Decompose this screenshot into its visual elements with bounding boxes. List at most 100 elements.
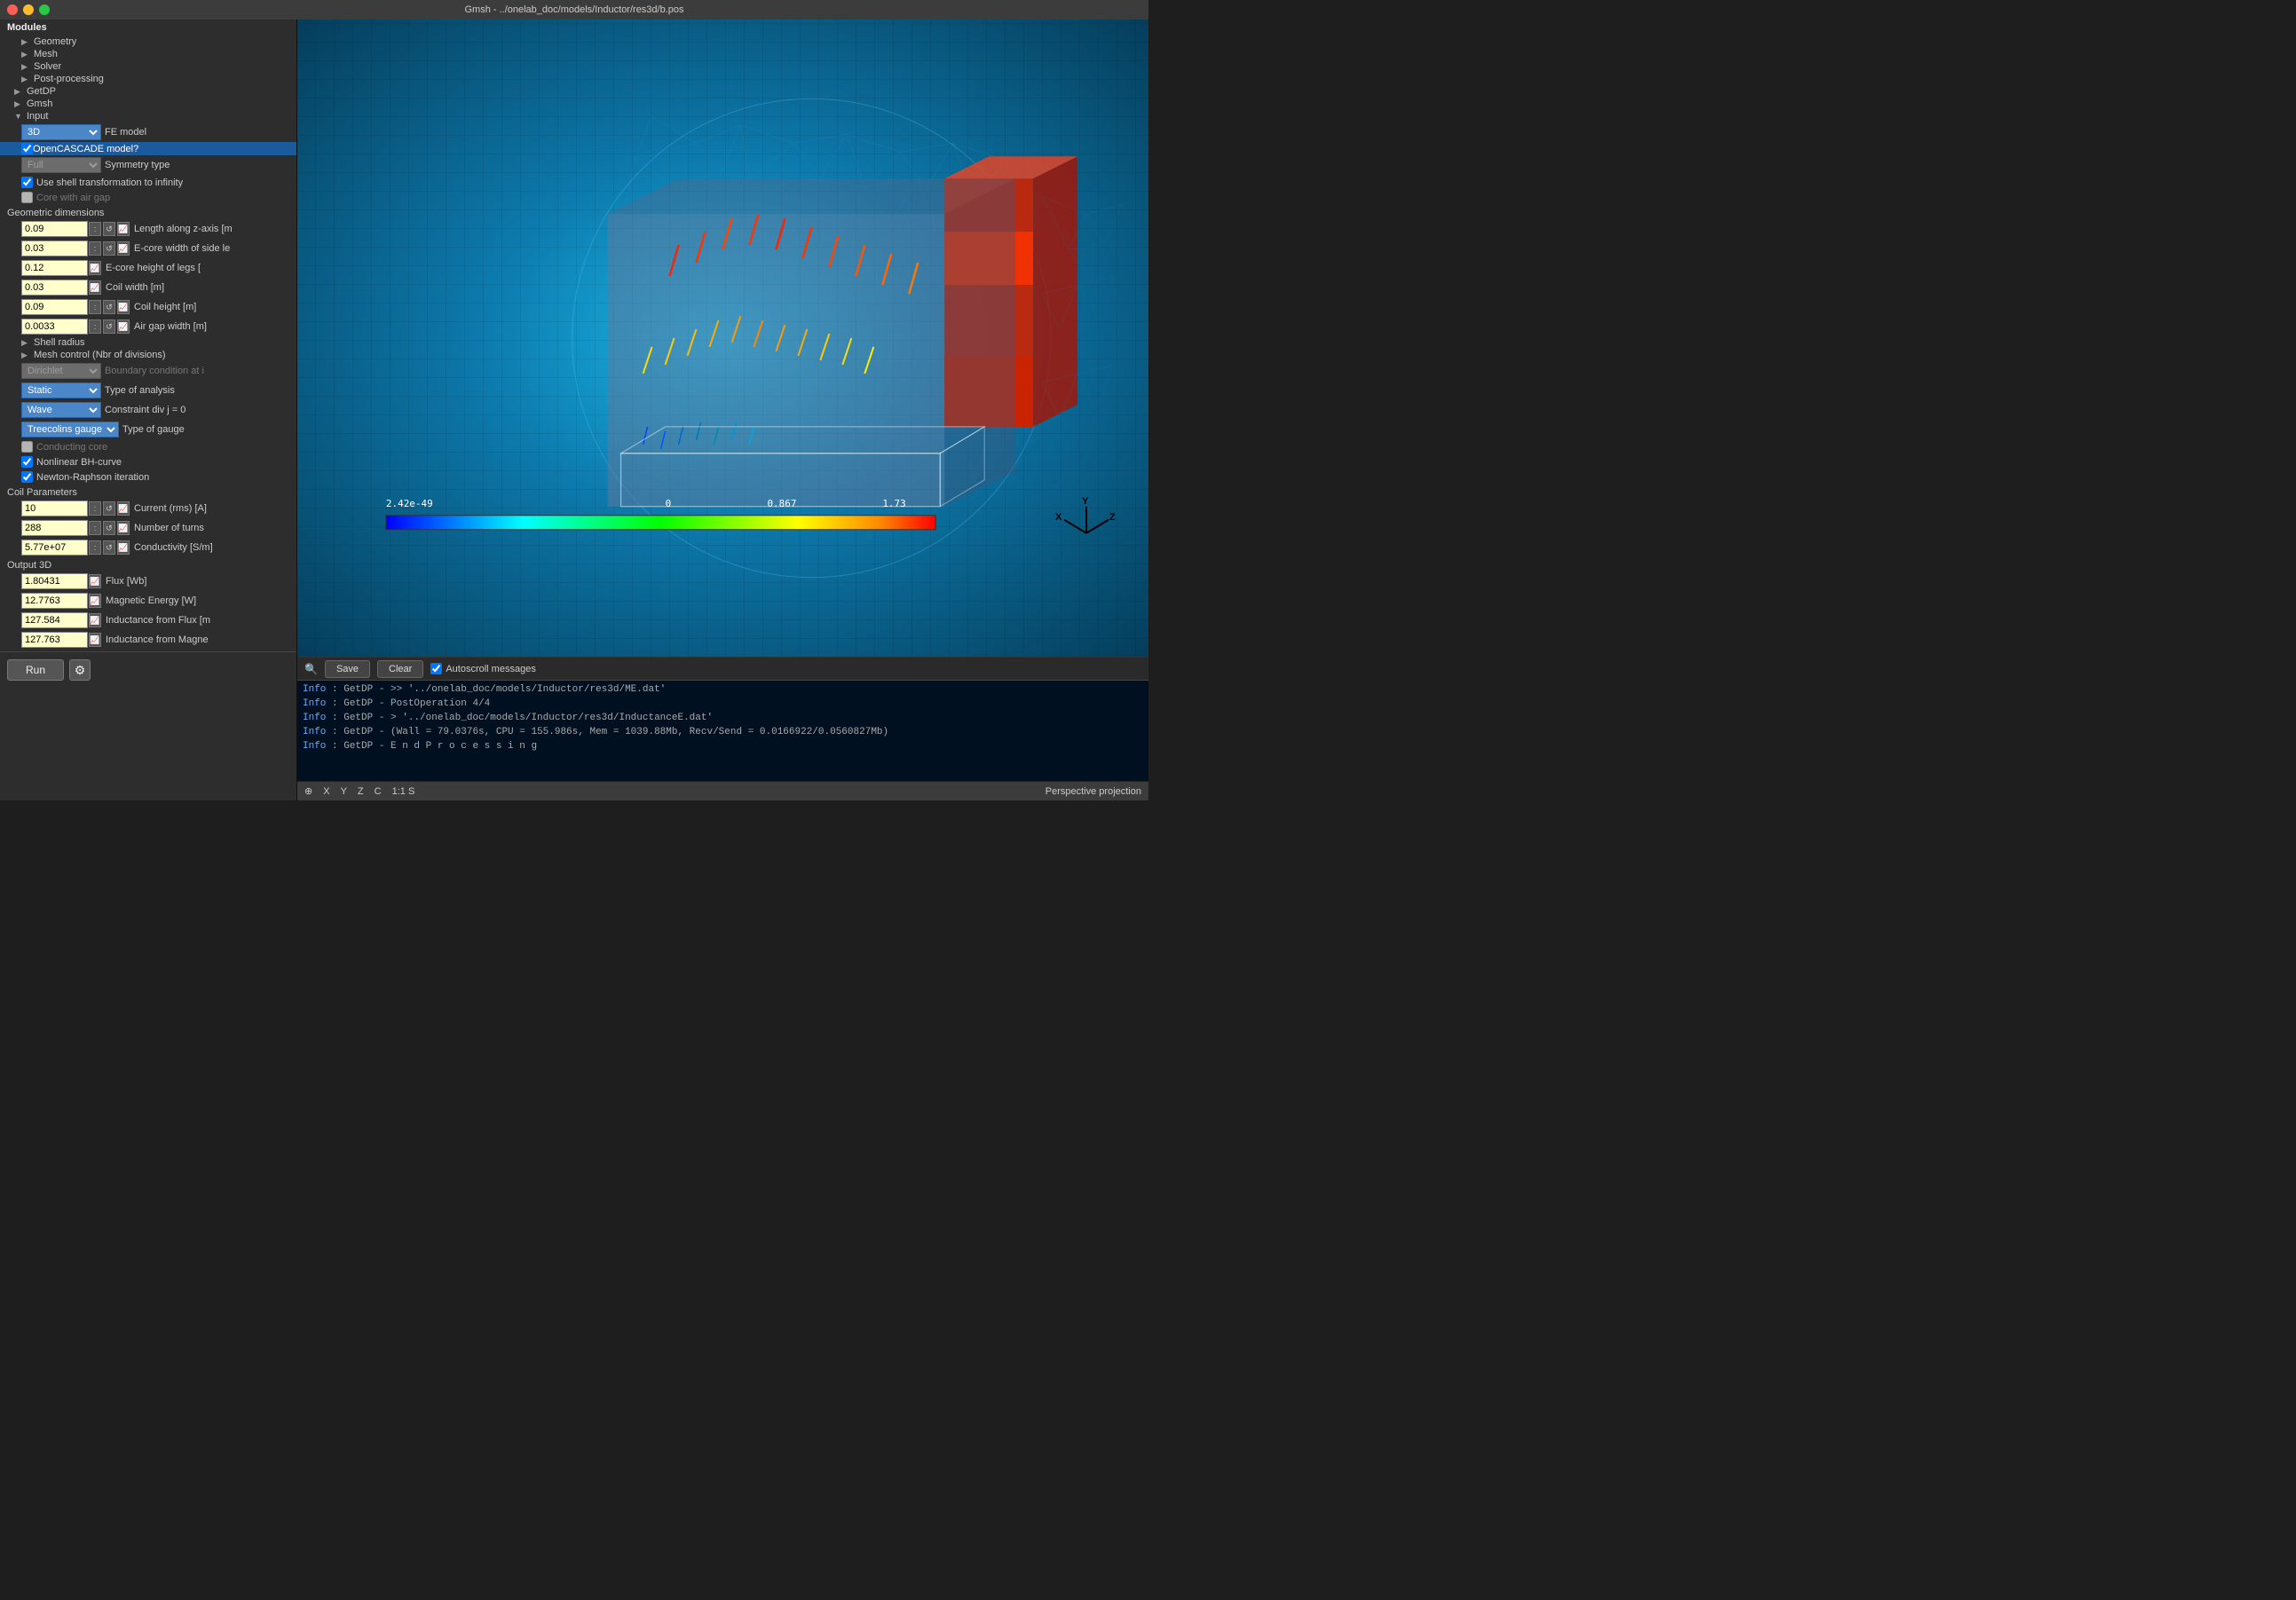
- statusbar-axes: X: [323, 786, 329, 797]
- getdp-label: GetDP: [27, 86, 56, 97]
- field-row-5: : ↺ 📈 Air gap width [m]: [0, 317, 296, 336]
- output-graph-1[interactable]: 📈: [89, 594, 101, 608]
- arrow-icon: ▶: [21, 62, 30, 72]
- output-input-3[interactable]: [21, 632, 88, 648]
- console-messages[interactable]: Info : GetDP - >> '../onelab_doc/models/…: [297, 681, 1148, 781]
- core-air-gap-checkbox[interactable]: [21, 192, 33, 203]
- shell-radius-row[interactable]: ▶ Shell radius: [0, 336, 296, 349]
- graph-3[interactable]: 📈: [89, 280, 101, 295]
- field-label-3: Coil width [m]: [102, 282, 293, 293]
- console-line: Info : GetDP - >> '../onelab_doc/models/…: [303, 682, 1143, 697]
- field-input-5[interactable]: [21, 319, 88, 335]
- spinner-up-0[interactable]: :: [89, 222, 101, 236]
- nonlinear-bh-checkbox[interactable]: [21, 456, 33, 468]
- field-input-2[interactable]: [21, 260, 88, 276]
- sidebar-item-geometry[interactable]: ▶ Geometry: [0, 35, 296, 48]
- autoscroll-label: Autoscroll messages: [446, 664, 536, 674]
- analysis-row: Static Transient Type of analysis: [0, 381, 296, 400]
- autoscroll-checkbox[interactable]: [430, 663, 442, 674]
- sidebar-item-gmsh[interactable]: ▶ Gmsh: [0, 98, 296, 110]
- sidebar-item-postprocessing[interactable]: ▶ Post-processing: [0, 73, 296, 85]
- analysis-label: Type of analysis: [101, 385, 293, 396]
- coil-graph-1[interactable]: 📈: [117, 521, 130, 535]
- statusbar-coords: ⊕: [304, 785, 312, 797]
- sidebar-item-solver[interactable]: ▶ Solver: [0, 60, 296, 73]
- shell-transform-checkbox[interactable]: [21, 177, 33, 188]
- coil-graph-2[interactable]: 📈: [117, 540, 130, 555]
- graph-5[interactable]: 📈: [117, 319, 130, 334]
- field-input-4[interactable]: [21, 299, 88, 315]
- coil-input-1[interactable]: [21, 520, 88, 536]
- reset-0[interactable]: ↺: [103, 222, 115, 236]
- fe-model-dropdown[interactable]: 3D 2D: [21, 124, 101, 140]
- save-button[interactable]: Save: [325, 660, 370, 678]
- spinner-up-4[interactable]: :: [89, 300, 101, 314]
- coil-label-1: Number of turns: [130, 523, 293, 533]
- field-input-1[interactable]: [21, 240, 88, 256]
- field-label-5: Air gap width [m]: [130, 321, 293, 332]
- reset-1[interactable]: ↺: [103, 241, 115, 256]
- output-field-3: 📈 Inductance from Magne: [0, 630, 296, 650]
- spinner-up-5[interactable]: :: [89, 319, 101, 334]
- opencascade-row[interactable]: OpenCASCADE model?: [0, 142, 296, 155]
- arrow-icon: ▶: [14, 87, 23, 97]
- arrow-icon: ▶: [14, 99, 23, 109]
- sidebar-item-input[interactable]: ▼ Input: [0, 110, 296, 122]
- svg-text:0: 0: [666, 498, 672, 509]
- field-input-3[interactable]: [21, 280, 88, 296]
- coil-reset-2[interactable]: ↺: [103, 540, 115, 555]
- settings-button[interactable]: ⚙: [69, 659, 91, 681]
- coil-input-0[interactable]: [21, 500, 88, 516]
- output-input-2[interactable]: [21, 612, 88, 628]
- gauge-dropdown[interactable]: Treecolins gauge: [21, 422, 119, 437]
- spinner-up-1[interactable]: :: [89, 241, 101, 256]
- geometry-label: Geometry: [34, 36, 76, 47]
- analysis-dropdown[interactable]: Static Transient: [21, 382, 101, 398]
- field-row-4: : ↺ 📈 Coil height [m]: [0, 297, 296, 317]
- output-input-1[interactable]: [21, 593, 88, 609]
- output-graph-2[interactable]: 📈: [89, 613, 101, 627]
- run-button[interactable]: Run: [7, 659, 64, 681]
- sidebar-item-mesh[interactable]: ▶ Mesh: [0, 48, 296, 60]
- output-graph-3[interactable]: 📈: [89, 633, 101, 647]
- coil-spinner-1[interactable]: :: [89, 521, 101, 535]
- input-label: Input: [27, 111, 48, 122]
- output-label-2: Inductance from Flux [m: [102, 615, 293, 626]
- bc-dropdown[interactable]: Dirichlet: [21, 363, 101, 379]
- symmetry-dropdown[interactable]: Full: [21, 157, 101, 173]
- coil-field-1: : ↺ 📈 Number of turns: [0, 518, 296, 538]
- constraint-dropdown[interactable]: Wave None: [21, 402, 101, 418]
- output-input-0[interactable]: [21, 573, 88, 589]
- minimize-button[interactable]: [23, 4, 34, 15]
- viewport[interactable]: 2.42e-49 0 0.867 1.73: [297, 20, 1148, 657]
- graph-1[interactable]: 📈: [117, 241, 130, 256]
- console-line: Info : GetDP - > '../onelab_doc/models/I…: [303, 711, 1143, 725]
- coil-label-2: Conductivity [S/m]: [130, 542, 293, 553]
- mesh-control-row[interactable]: ▶ Mesh control (Nbr of divisions): [0, 349, 296, 361]
- graph-0[interactable]: 📈: [117, 222, 130, 236]
- graph-2[interactable]: 📈: [89, 261, 101, 275]
- coil-spinner-0[interactable]: :: [89, 501, 101, 516]
- field-input-0[interactable]: [21, 221, 88, 237]
- conducting-core-checkbox[interactable]: [21, 441, 33, 453]
- coil-reset-1[interactable]: ↺: [103, 521, 115, 535]
- maximize-button[interactable]: [39, 4, 50, 15]
- close-button[interactable]: [7, 4, 18, 15]
- field-row-1: : ↺ 📈 E-core width of side le: [0, 239, 296, 258]
- clear-button[interactable]: Clear: [377, 660, 423, 678]
- graph-4[interactable]: 📈: [117, 300, 130, 314]
- opencascade-checkbox[interactable]: [21, 143, 33, 154]
- 3d-scene: 2.42e-49 0 0.867 1.73: [297, 20, 1148, 657]
- coil-input-2[interactable]: [21, 540, 88, 556]
- titlebar: Gmsh - ../onelab_doc/models/Inductor/res…: [0, 0, 1148, 20]
- coil-reset-0[interactable]: ↺: [103, 501, 115, 516]
- sidebar-item-getdp[interactable]: ▶ GetDP: [0, 85, 296, 98]
- reset-4[interactable]: ↺: [103, 300, 115, 314]
- gauge-row: Treecolins gauge Type of gauge: [0, 420, 296, 439]
- output-graph-0[interactable]: 📈: [89, 574, 101, 588]
- newton-raphson-checkbox[interactable]: [21, 471, 33, 483]
- constraint-label: Constraint div j = 0: [101, 405, 293, 415]
- reset-5[interactable]: ↺: [103, 319, 115, 334]
- coil-graph-0[interactable]: 📈: [117, 501, 130, 516]
- coil-spinner-2[interactable]: :: [89, 540, 101, 555]
